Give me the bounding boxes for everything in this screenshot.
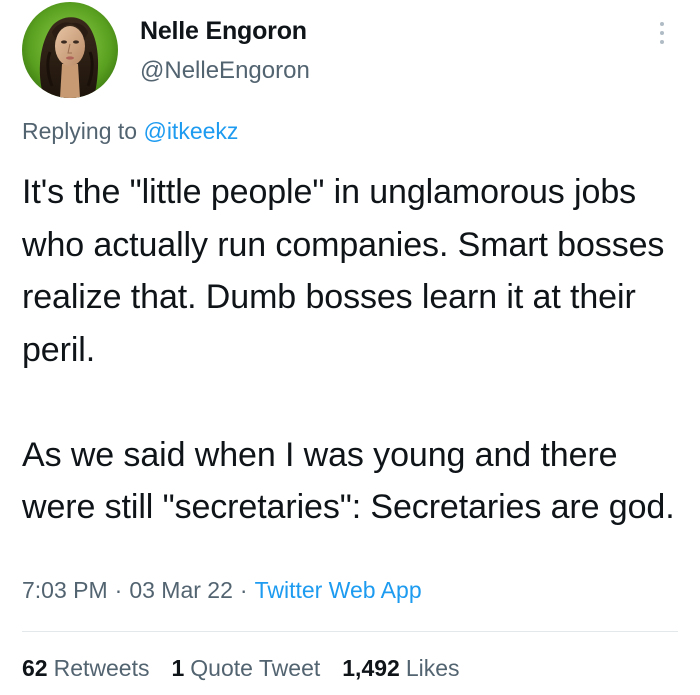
likes-count: 1,492 <box>342 655 400 681</box>
retweets-stat[interactable]: 62 Retweets <box>22 655 149 682</box>
avatar-image <box>22 2 118 98</box>
tweet-source-link[interactable]: Twitter Web App <box>255 577 422 603</box>
tweet-stats: 62 Retweets 1 Quote Tweet 1,492 Likes <box>22 655 460 682</box>
quote-tweets-label: Quote Tweet <box>190 655 321 681</box>
retweets-count: 62 <box>22 655 48 681</box>
quote-tweets-count: 1 <box>171 655 185 681</box>
replying-to-prefix: Replying to <box>22 118 144 144</box>
more-dot <box>660 40 664 44</box>
tweet-text: It's the "little people" in unglamorous … <box>22 173 675 526</box>
author-handle[interactable]: @NelleEngoron <box>140 57 310 85</box>
likes-stat[interactable]: 1,492 Likes <box>342 655 459 682</box>
author-name[interactable]: Nelle Engoron <box>140 17 307 46</box>
likes-label: Likes <box>405 655 460 681</box>
avatar[interactable] <box>22 2 118 98</box>
more-horizontal-icon[interactable] <box>652 18 672 48</box>
divider <box>22 631 678 632</box>
tweet-card: Nelle Engoron @NelleEngoron Replying to … <box>0 0 700 695</box>
more-dot <box>660 22 664 26</box>
reply-mention-link[interactable]: @itkeekz <box>143 118 238 144</box>
replying-to: Replying to @itkeekz <box>22 118 238 145</box>
meta-separator: · <box>239 577 248 603</box>
tweet-time[interactable]: 7:03 PM <box>22 577 108 603</box>
retweets-label: Retweets <box>53 655 150 681</box>
tweet-date[interactable]: 03 Mar 22 <box>129 577 233 603</box>
meta-separator: · <box>114 577 123 603</box>
more-dot <box>660 31 664 35</box>
quote-tweets-stat[interactable]: 1 Quote Tweet <box>171 655 320 682</box>
tweet-meta: 7:03 PM · 03 Mar 22 · Twitter Web App <box>22 577 422 604</box>
